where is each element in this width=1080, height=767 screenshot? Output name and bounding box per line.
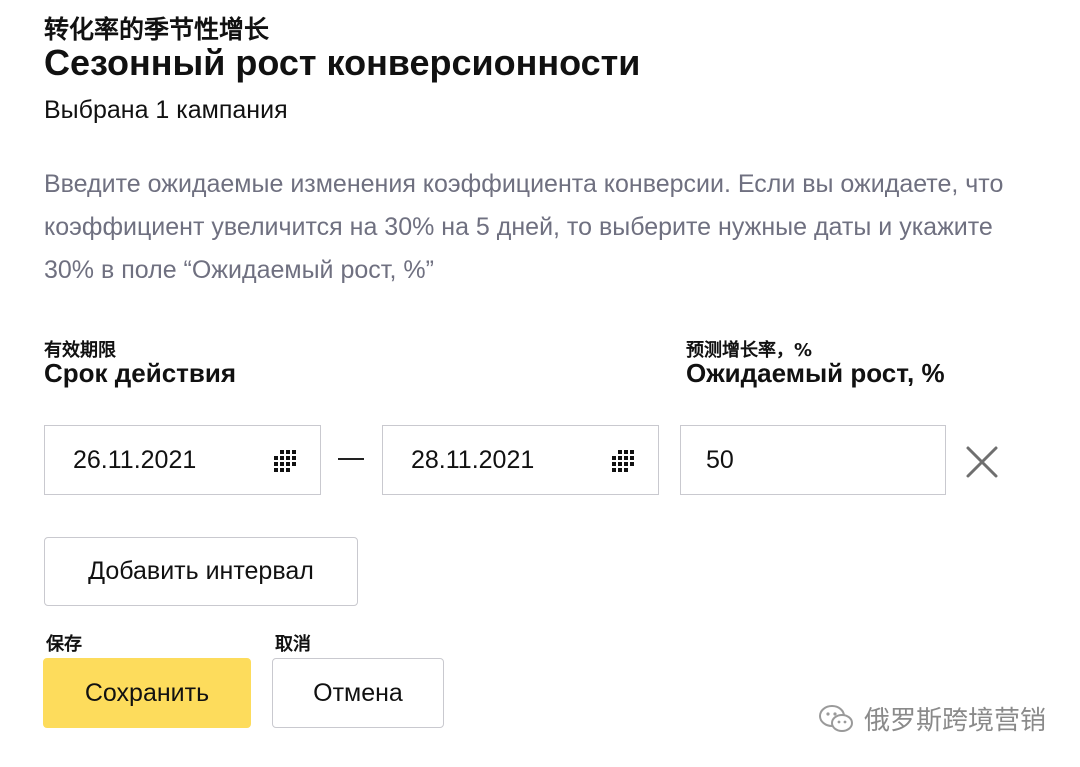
calendar-icon[interactable] <box>608 450 638 472</box>
save-button[interactable]: Сохранить <box>43 658 251 728</box>
watermark-text: 俄罗斯跨境营销 <box>864 706 1047 736</box>
start-date-value: 26.11.2021 <box>73 445 197 474</box>
growth-input[interactable]: 50 <box>680 425 946 495</box>
watermark: 俄罗斯跨境营销 <box>818 700 1046 737</box>
start-date-field[interactable]: 26.11.2021 <box>44 425 321 495</box>
page-title-zh: 转化率的季节性增长 <box>44 15 270 44</box>
growth-value: 50 <box>706 445 734 474</box>
calendar-icon[interactable] <box>270 450 300 472</box>
page-title: Сезонный рост конверсионности <box>44 42 641 83</box>
add-interval-button[interactable]: Добавить интервал <box>44 537 358 606</box>
wechat-icon <box>819 704 853 732</box>
description-text: Введите ожидаемые изменения коэффициента… <box>44 170 1004 284</box>
date-range-separator <box>338 458 364 460</box>
save-label-zh: 保存 <box>46 634 82 655</box>
end-date-value: 28.11.2021 <box>411 445 535 474</box>
remove-interval-icon[interactable] <box>964 444 1000 480</box>
selected-campaigns-count: Выбрана 1 кампания <box>44 96 288 124</box>
end-date-field[interactable]: 28.11.2021 <box>382 425 659 495</box>
period-label: Срок действия <box>44 358 237 388</box>
cancel-button[interactable]: Отмена <box>272 658 444 728</box>
cancel-label-zh: 取消 <box>275 634 311 655</box>
growth-label: Ожидаемый рост, % <box>686 358 945 388</box>
